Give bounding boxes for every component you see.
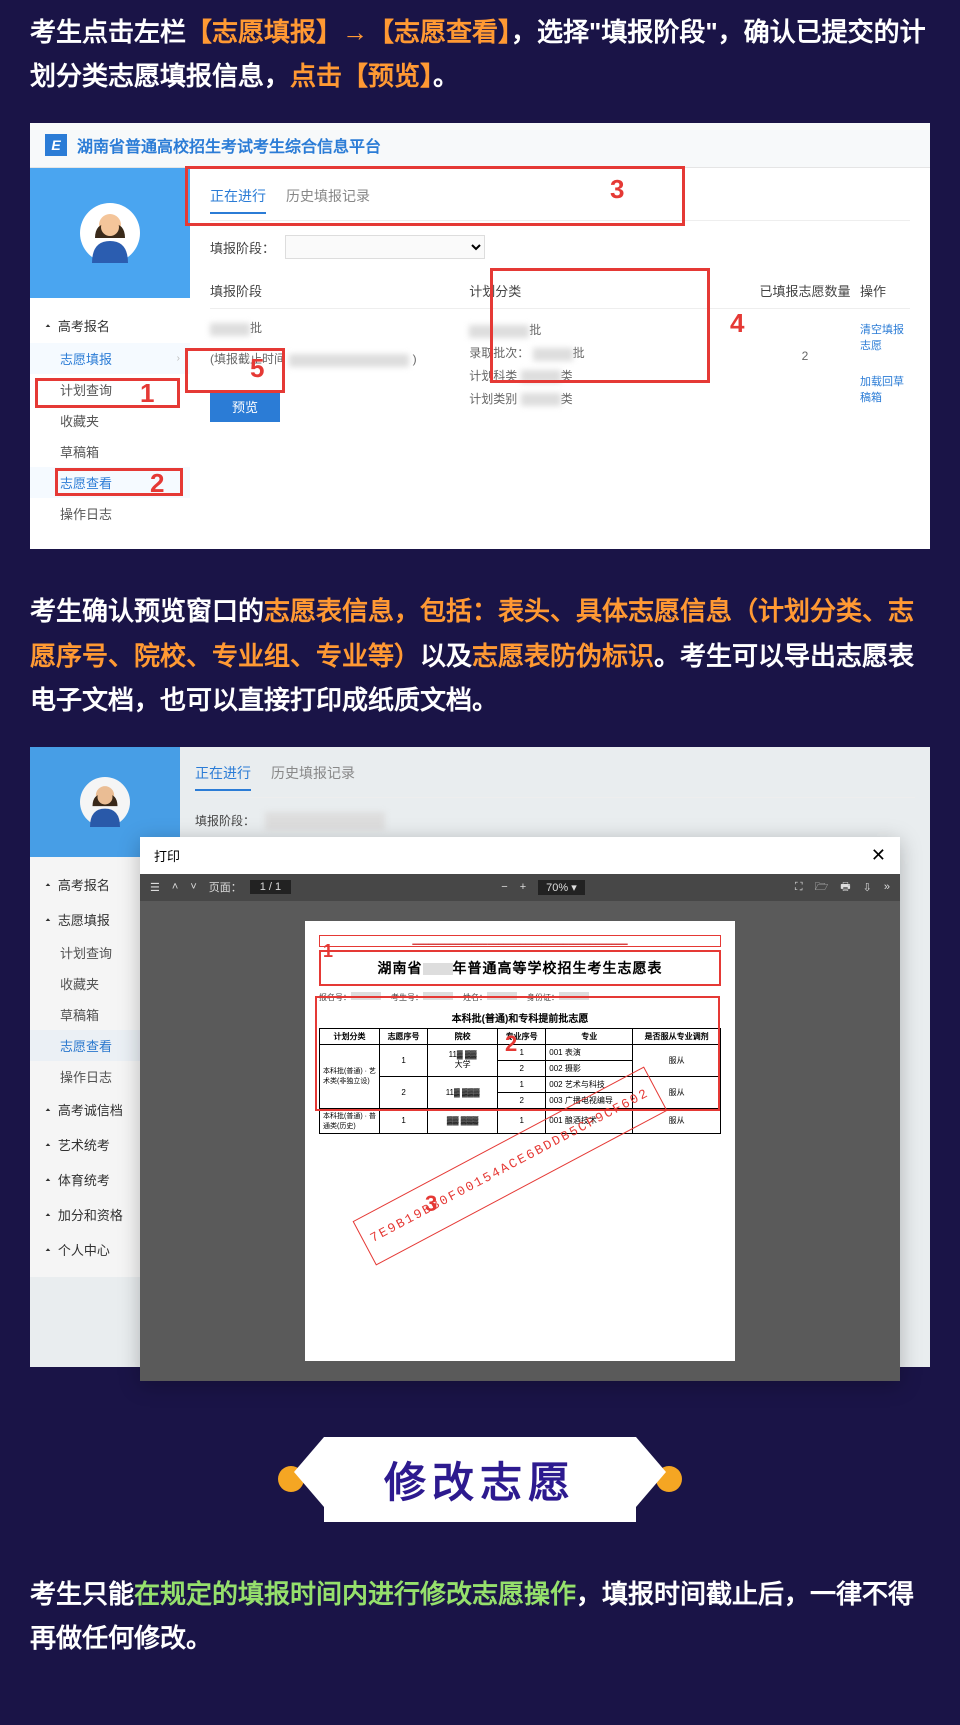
blurred-text (210, 323, 250, 336)
avatar-icon (80, 203, 140, 263)
blurred-text (521, 393, 561, 406)
annotation-box-1 (35, 378, 180, 408)
annotation-num-2: 2 (150, 468, 164, 499)
document-viewport: ▁▁▁▁▁▁▁▁▁▁▁▁▁▁▁▁▁▁▁▁▁▁▁▁▁▁▁▁▁▁▁▁▁▁▁▁▁▁▁▁… (140, 901, 900, 1381)
highlight: 志愿表防伪标识 (472, 641, 654, 671)
highlight: 点击【预览】 (290, 61, 433, 91)
annotation-num-3: 3 (610, 174, 624, 205)
nav-gaokao[interactable]: 高考报名 (30, 308, 190, 343)
col-ops: 操作 (860, 281, 910, 300)
count-value: 2 (750, 319, 860, 363)
banner-title: 修改志愿 (384, 1449, 576, 1510)
section-banner: 修改志愿 (245, 1437, 715, 1522)
annotation-num-4: 4 (730, 308, 744, 339)
close-icon[interactable]: ✕ (871, 845, 886, 866)
instruction-2: 考生确认预览窗口的志愿表信息，包括：表头、具体志愿信息（计划分类、志愿序号、院校… (0, 549, 960, 747)
doc-notice: ▁▁▁▁▁▁▁▁▁▁▁▁▁▁▁▁▁▁▁▁▁▁▁▁▁▁▁▁▁▁▁▁▁▁▁▁▁▁▁▁ (319, 935, 721, 947)
open-icon[interactable]: 🗁 (815, 878, 829, 897)
chevron-right-icon: › (177, 353, 180, 364)
col-phase: 填报阶段 (210, 281, 469, 300)
annotation-num-3: 3 (425, 1191, 437, 1217)
modal-title: 打印 (154, 846, 180, 865)
document-page: ▁▁▁▁▁▁▁▁▁▁▁▁▁▁▁▁▁▁▁▁▁▁▁▁▁▁▁▁▁▁▁▁▁▁▁▁▁▁▁▁… (305, 921, 735, 1361)
page-label: 页面： (209, 879, 242, 895)
load-draft-link[interactable]: 加载回草稿箱 (860, 371, 910, 407)
batch-suffix: 批 (250, 321, 262, 335)
tab-current[interactable]: 正在进行 (195, 763, 251, 791)
ribbon: 修改志愿 (324, 1437, 636, 1522)
nav-zhiyuan-tianbao[interactable]: 志愿填报› (30, 343, 190, 374)
avatar-icon (80, 777, 130, 827)
screenshot-1: E 湖南省普通高校招生考试考生综合信息平台 高考报名 志愿填 (30, 123, 930, 549)
print-icon[interactable]: 🖶 (840, 878, 850, 897)
preview-button[interactable]: 预览 (210, 391, 280, 422)
zoom-value[interactable]: 70% ▾ (538, 880, 585, 895)
filter-row: 填报阶段： (210, 221, 910, 273)
annotation-num-1: 1 (323, 941, 333, 962)
text: 考生确认预览窗口的 (30, 596, 264, 626)
annotation-box-5 (185, 348, 285, 393)
instruction-3: 考生只能在规定的填报时间内进行修改志愿操作，填报时间截止后，一律不得再做任何修改… (0, 1562, 960, 1685)
fullscreen-icon[interactable]: ⛶ (795, 881, 803, 894)
blurred-select (265, 812, 385, 830)
highlight: 【志愿填报】→【志愿查看】 (186, 17, 511, 47)
modal-header: 打印 ✕ (140, 837, 900, 874)
annotation-box-1: 湖南省年普通高等学校招生考生志愿表 (319, 950, 721, 986)
highlight: 在规定的填报时间内进行修改志愿操作 (134, 1579, 576, 1609)
download-icon[interactable]: ⇩ (863, 881, 872, 894)
annotation-num-1: 1 (140, 378, 154, 409)
nav-favorites[interactable]: 收藏夹 (30, 405, 190, 436)
print-modal: 打印 ✕ ☰ ˄ ˅ 页面： 1 / 1 − + 70% ▾ ⛶ 🗁 🖶 ⇩ (140, 837, 900, 1381)
phase-select[interactable] (285, 235, 485, 259)
arrow-up-icon[interactable]: ˄ (172, 881, 178, 893)
logo-icon: E (45, 134, 67, 156)
app-header: E 湖南省普通高校招生考试考生综合信息平台 (30, 123, 930, 168)
jhlb-label: 计划类别 (469, 392, 517, 406)
avatar-box (30, 168, 190, 298)
filter-label: 填报阶段： (210, 238, 275, 257)
text: 。 (433, 61, 459, 91)
annotation-box-2 (315, 996, 720, 1111)
main-panel: 正在进行 历史填报记录 填报阶段： 填报阶段 计划分类 已填报志愿数量 操作 批 (190, 168, 930, 539)
annotation-num-5: 5 (250, 353, 264, 384)
sidebar-toggle-icon[interactable]: ☰ (150, 881, 160, 894)
arrow-down-icon[interactable]: ˅ (190, 881, 196, 893)
text: 考生只能 (30, 1579, 134, 1609)
blurred-text (289, 354, 409, 367)
instruction-1: 考生点击左栏【志愿填报】→【志愿查看】，选择"填报阶段"，确认已提交的计划分类志… (0, 0, 960, 123)
clear-link[interactable]: 清空填报志愿 (860, 319, 910, 355)
nav-drafts[interactable]: 草稿箱 (30, 436, 190, 467)
pdf-toolbar: ☰ ˄ ˅ 页面： 1 / 1 − + 70% ▾ ⛶ 🗁 🖶 ⇩ » (140, 874, 900, 901)
blurred-year (423, 963, 453, 975)
zoom-in-icon[interactable]: + (520, 881, 526, 893)
tabs: 正在进行 历史填报记录 (195, 755, 915, 798)
app-title: 湖南省普通高校招生考试考生综合信息平台 (77, 133, 381, 157)
screenshot-2: 高考报名 志愿填报 计划查询 收藏夹 草稿箱 志愿查看 操作日志 高考诚信档 艺… (30, 747, 930, 1367)
filter-label: 填报阶段： (195, 812, 255, 829)
zoom-out-icon[interactable]: − (501, 881, 507, 893)
col-count: 已填报志愿数量 (750, 281, 860, 300)
nav-oplog[interactable]: 操作日志 (30, 498, 190, 529)
text: 以及 (420, 641, 472, 671)
doc-title: 湖南省年普通高等学校招生考生志愿表 (321, 952, 719, 984)
annotation-box-4 (490, 268, 710, 383)
tab-history[interactable]: 历史填报记录 (271, 763, 355, 791)
tools-icon[interactable]: » (884, 881, 890, 893)
page-indicator: 1 / 1 (250, 880, 291, 894)
text: 考生点击左栏 (30, 17, 186, 47)
